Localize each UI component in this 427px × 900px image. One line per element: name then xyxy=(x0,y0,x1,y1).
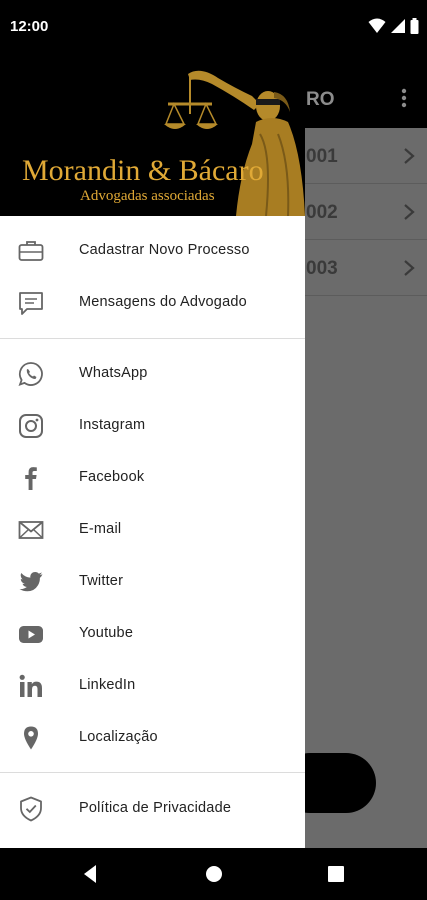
youtube-icon xyxy=(19,626,43,643)
divider xyxy=(0,772,305,773)
menu-item-label: LinkedIn xyxy=(79,677,136,693)
menu-item-localizacao[interactable]: Localização xyxy=(0,712,305,764)
system-navigation-bar xyxy=(0,848,427,900)
recents-icon[interactable] xyxy=(324,862,348,886)
wifi-icon xyxy=(368,18,386,33)
battery-icon xyxy=(410,18,419,34)
facebook-icon xyxy=(25,467,37,490)
instagram-icon xyxy=(19,414,43,438)
menu-item-instagram[interactable]: Instagram xyxy=(0,400,305,452)
menu-item-label: Cadastrar Novo Processo xyxy=(79,242,250,258)
status-time: 12:00 xyxy=(10,18,49,35)
menu-item-label: Youtube xyxy=(79,625,134,641)
list-item-label: 001 xyxy=(306,146,338,167)
chevron-right-icon xyxy=(404,260,415,276)
message-icon xyxy=(19,292,43,315)
status-bar: 12:00 xyxy=(0,0,427,56)
menu-item-label: E-mail xyxy=(79,521,122,537)
shield-icon xyxy=(20,796,42,822)
menu-item-youtube[interactable]: Youtube xyxy=(0,608,305,660)
drawer-header: Morandin & Bácaro Advogadas associadas xyxy=(0,56,305,216)
whatsapp-icon xyxy=(18,362,43,386)
brand-subtitle: Advogadas associadas xyxy=(80,188,215,204)
menu-item-label: Facebook xyxy=(79,469,145,485)
chevron-right-icon xyxy=(404,204,415,220)
divider xyxy=(0,338,305,339)
location-icon xyxy=(24,726,38,750)
home-icon[interactable] xyxy=(202,862,226,886)
menu-item-politica-privacidade[interactable]: Política de Privacidade xyxy=(0,783,305,835)
list-item-label: 003 xyxy=(306,258,338,279)
more-vert-icon[interactable] xyxy=(396,86,412,110)
menu-item-label: WhatsApp xyxy=(79,365,148,381)
app-title: RO xyxy=(306,89,335,110)
menu-item-label: Mensagens do Advogado xyxy=(79,294,247,310)
linkedin-icon xyxy=(19,674,42,697)
menu-item-twitter[interactable]: Twitter xyxy=(0,556,305,608)
menu-item-facebook[interactable]: Facebook xyxy=(0,452,305,504)
menu-item-label: Política de Privacidade xyxy=(79,800,232,816)
email-icon xyxy=(18,521,44,539)
twitter-icon xyxy=(19,572,43,592)
back-icon[interactable] xyxy=(78,862,102,886)
chevron-right-icon xyxy=(404,148,415,164)
menu-item-cadastrar-processo[interactable]: Cadastrar Novo Processo xyxy=(0,225,305,277)
menu-item-label: Localização xyxy=(79,729,158,745)
menu-item-mensagens[interactable]: Mensagens do Advogado xyxy=(0,277,305,329)
menu-item-email[interactable]: E-mail xyxy=(0,504,305,556)
briefcase-icon xyxy=(18,241,44,261)
signal-icon xyxy=(391,19,405,33)
navigation-drawer: Morandin & Bácaro Advogadas associadas C… xyxy=(0,56,305,848)
status-icons xyxy=(368,18,419,34)
brand-name: Morandin & Bácaro xyxy=(22,154,264,187)
menu-item-label: Twitter xyxy=(79,573,124,589)
menu-item-label: Instagram xyxy=(79,417,146,433)
list-item-label: 002 xyxy=(306,202,338,223)
menu-item-linkedin[interactable]: LinkedIn xyxy=(0,660,305,712)
menu-item-whatsapp[interactable]: WhatsApp xyxy=(0,348,305,400)
